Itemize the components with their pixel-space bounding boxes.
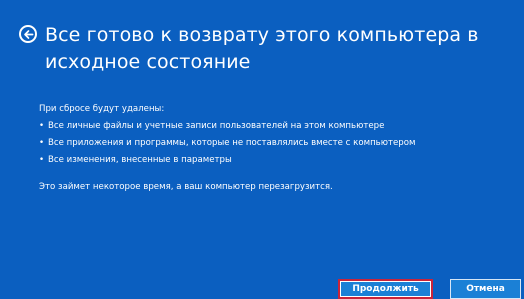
- cancel-button[interactable]: Отмена: [450, 279, 521, 299]
- removal-list: • Все личные файлы и учетные записи поль…: [39, 118, 509, 169]
- removal-intro: При сбросе будут удалены:: [39, 104, 165, 114]
- continue-button[interactable]: Продолжить: [338, 279, 433, 299]
- list-item-text: Все изменения, внесенные в параметры: [48, 155, 232, 165]
- reset-details: При сбросе будут удалены: • Все личные ф…: [39, 101, 509, 196]
- bullet: •: [39, 138, 45, 148]
- list-item: • Все изменения, внесенные в параметры: [39, 152, 509, 169]
- list-item: • Все личные файлы и учетные записи поль…: [39, 118, 509, 135]
- back-arrow-icon: [23, 29, 33, 39]
- reset-confirmation-screen: Все готово к возврату этого компьютера в…: [0, 0, 524, 299]
- restart-note: Это займет некоторое время, а ваш компью…: [39, 182, 333, 192]
- list-item: • Все приложения и программы, которые не…: [39, 135, 509, 152]
- page-title: Все готово к возврату этого компьютера в…: [45, 24, 479, 73]
- bullet: •: [39, 121, 45, 131]
- back-button[interactable]: [19, 25, 37, 43]
- list-item-text: Все приложения и программы, которые не п…: [48, 138, 416, 148]
- list-item-text: Все личные файлы и учетные записи пользо…: [48, 121, 385, 131]
- bullet: •: [39, 155, 45, 165]
